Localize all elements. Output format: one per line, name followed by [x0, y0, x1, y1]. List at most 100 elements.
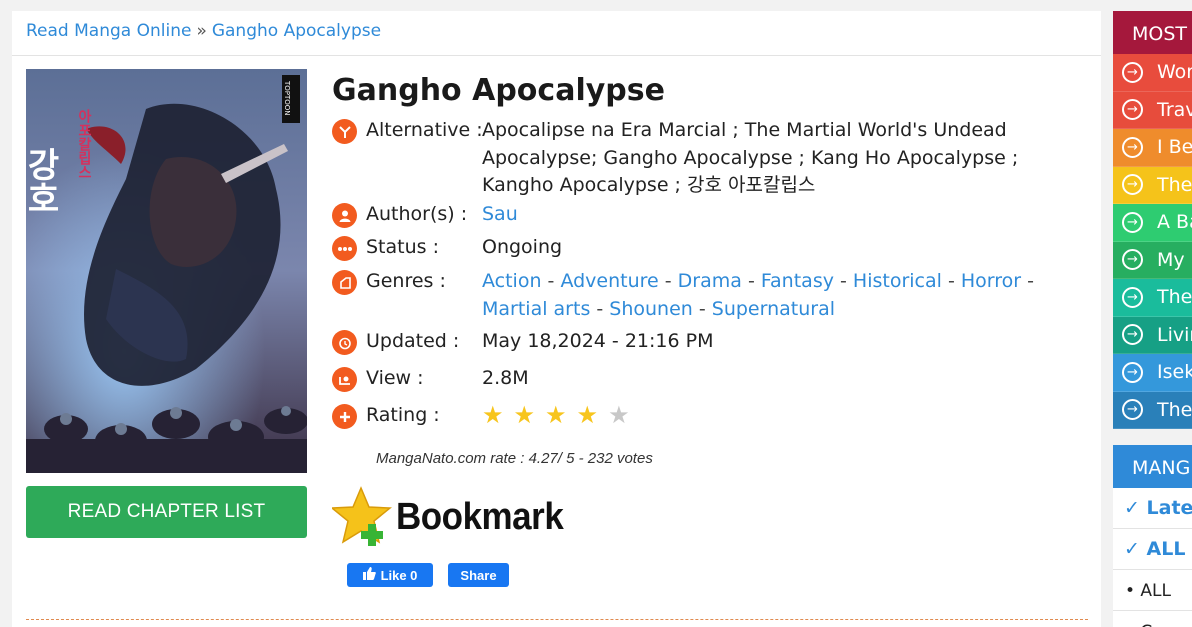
popular-item-label: Wor: [1157, 61, 1192, 84]
arrow-right-icon: →: [1122, 174, 1143, 196]
popular-item[interactable]: → I Be: [1113, 129, 1192, 167]
info-row-genres: Genres : Action - Adventure - Drama - Fa…: [332, 268, 1092, 328]
genre-separator: -: [541, 270, 561, 292]
clock-icon: [332, 330, 357, 355]
updated-label: Updated :: [366, 330, 460, 352]
plus-icon: [332, 404, 357, 429]
genre-link[interactable]: Shounen: [609, 298, 693, 320]
comedy-filter-item[interactable]: • Come: [1113, 611, 1192, 627]
info-row-updated: Updated : May 18,2024 - 21:16 PM: [332, 328, 1092, 365]
alternative-value: Apocalipse na Era Marcial ; The Martial …: [482, 119, 1019, 196]
status-icon: [332, 236, 357, 261]
arrow-right-icon: →: [1122, 324, 1143, 346]
arrow-right-icon: →: [1122, 399, 1143, 421]
genre-separator: -: [1021, 270, 1034, 292]
bookmark-star-icon: [332, 486, 392, 546]
author-icon: [332, 203, 357, 228]
genre-link[interactable]: Fantasy: [761, 270, 834, 292]
author-label: Author(s) :: [366, 203, 468, 225]
info-row-alternative: Alternative : Apocalipse na Era Marcial …: [332, 117, 1092, 199]
genre-link[interactable]: Drama: [678, 270, 742, 292]
manga-cover-image: 강호 아포칼립스 TOPTOON: [26, 69, 307, 473]
genre-separator: -: [941, 270, 961, 292]
star-icon[interactable]: ★: [577, 401, 599, 429]
breadcrumb-home-link[interactable]: Read Manga Online: [26, 21, 191, 41]
breadcrumb-separator: »: [196, 21, 207, 41]
popular-item[interactable]: → My I: [1113, 241, 1192, 279]
genre-separator: -: [590, 297, 610, 320]
genre-link[interactable]: Horror: [961, 270, 1021, 292]
cover-title-text: 강호: [26, 147, 60, 215]
breadcrumb: Read Manga Online» Gangho Apocalypse: [12, 11, 1101, 56]
facebook-like-button[interactable]: Like 0: [347, 563, 433, 587]
breadcrumb-current-link[interactable]: Gangho Apocalypse: [212, 21, 381, 41]
genres-list: Action - Adventure - Drama - Fantasy - H…: [482, 270, 1034, 320]
latest-link[interactable]: ✓ Lates: [1113, 488, 1192, 529]
popular-item[interactable]: → A Ba: [1113, 204, 1192, 242]
popular-item[interactable]: → The: [1113, 166, 1192, 204]
info-row-rating: Rating : ★ ★ ★ ★ ★: [332, 401, 1092, 439]
status-value: Ongoing: [482, 236, 563, 258]
popular-item[interactable]: → Trav: [1113, 91, 1192, 129]
genre-link[interactable]: Adventure: [560, 270, 658, 292]
cover-publisher-logo: TOPTOON: [283, 80, 291, 116]
alternative-icon: [332, 119, 357, 144]
cover-subtitle-text: 아포칼립스: [76, 108, 92, 179]
arrow-right-icon: →: [1122, 211, 1143, 233]
rating-stars[interactable]: ★ ★ ★ ★ ★: [482, 401, 640, 429]
genre-separator: -: [741, 270, 761, 292]
facebook-like-label: Like 0: [380, 567, 418, 583]
most-popular-heading: MOST: [1113, 11, 1192, 54]
main-panel: Read Manga Online» Gangho Apocalypse 강호 …: [12, 11, 1101, 627]
star-icon[interactable]: ★: [545, 401, 567, 429]
genre-separator: -: [692, 297, 712, 320]
manga-info-table: Alternative : Apocalipse na Era Marcial …: [332, 117, 1092, 439]
read-chapter-list-button[interactable]: READ CHAPTER LIST: [26, 486, 307, 538]
arrow-right-icon: →: [1122, 286, 1143, 308]
bookmark-label: Bookmark: [396, 495, 564, 538]
star-icon[interactable]: ★: [514, 401, 536, 429]
genre-link[interactable]: Action: [482, 270, 542, 292]
bookmark-button[interactable]: Bookmark: [332, 486, 578, 547]
popular-item[interactable]: → Wor: [1113, 54, 1192, 92]
popular-item-label: A Ba: [1157, 211, 1192, 234]
all-link[interactable]: ✓ ALL: [1113, 529, 1192, 570]
popular-item[interactable]: → The: [1113, 279, 1192, 317]
popular-item[interactable]: → Isek: [1113, 354, 1192, 392]
facebook-share-button[interactable]: Share: [448, 563, 509, 587]
info-row-author: Author(s) : Sau: [332, 201, 1092, 234]
star-icon[interactable]: ★: [608, 401, 630, 429]
popular-item-label: Trav: [1157, 98, 1192, 121]
arrow-right-icon: →: [1122, 61, 1143, 83]
arrow-right-icon: →: [1122, 99, 1143, 121]
popular-item-label: I Be: [1157, 136, 1192, 159]
alternative-label: Alternative :: [366, 119, 483, 141]
genre-link[interactable]: Supernatural: [712, 298, 835, 320]
view-count: 2.8M: [482, 367, 529, 389]
popular-list: → Wor → Trav → I Be → The → A Ba → My I → The → Livin → I…: [1113, 54, 1192, 429]
arrow-right-icon: →: [1122, 361, 1143, 383]
popular-item[interactable]: → Livin: [1113, 316, 1192, 354]
genres-label: Genres :: [366, 270, 446, 292]
popular-item-label: Isek: [1157, 361, 1192, 384]
section-divider: [26, 619, 1088, 620]
genre-link[interactable]: Martial arts: [482, 298, 590, 320]
popular-item-label: The: [1157, 173, 1192, 196]
popular-item-label: Livin: [1157, 323, 1192, 346]
popular-item[interactable]: → The: [1113, 391, 1192, 429]
star-icon[interactable]: ★: [482, 401, 504, 429]
arrow-right-icon: →: [1122, 136, 1143, 158]
rating-label: Rating :: [366, 404, 440, 426]
info-row-status: Status : Ongoing: [332, 234, 1092, 268]
view-label: View :: [366, 367, 424, 389]
rate-summary: MangaNato.com rate : 4.27/ 5 - 232 votes: [376, 450, 653, 467]
popular-item-label: My I: [1157, 248, 1192, 271]
all-filter-item[interactable]: • ALL: [1113, 570, 1192, 611]
manga-list-menu: ✓ Lates ✓ ALL • ALL • Come: [1113, 488, 1192, 627]
genre-link[interactable]: Historical: [853, 270, 942, 292]
sidebar: MOST → Wor → Trav → I Be → The → A Ba → My I → The → Li…: [1113, 11, 1192, 627]
popular-item-label: The: [1157, 398, 1192, 421]
author-link[interactable]: Sau: [482, 203, 518, 225]
info-row-view: View : 2.8M: [332, 365, 1092, 402]
updated-value: May 18,2024 - 21:16 PM: [482, 330, 714, 352]
